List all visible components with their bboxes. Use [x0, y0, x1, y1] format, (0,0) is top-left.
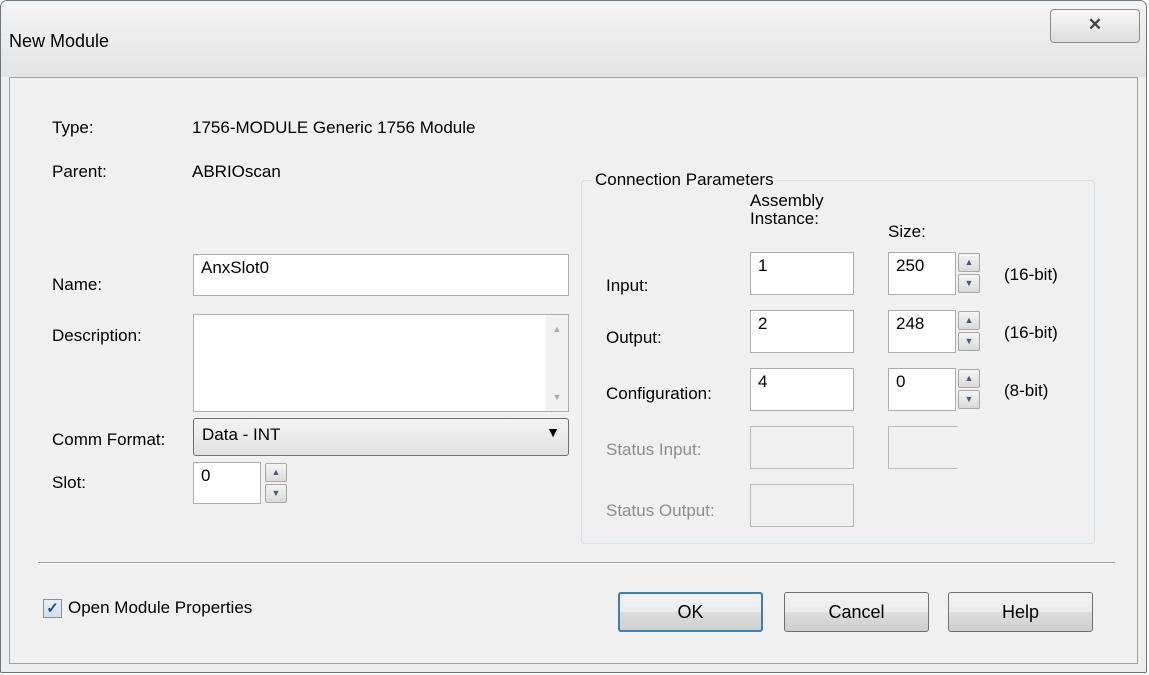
- close-button[interactable]: ✕: [1050, 9, 1140, 43]
- title-bar: New Module ✕: [1, 1, 1146, 77]
- scroll-up-icon[interactable]: ▲: [546, 319, 568, 339]
- output-size-field[interactable]: 248: [888, 310, 956, 353]
- assembly-header-line2: Instance:: [750, 209, 819, 228]
- scroll-down-icon[interactable]: ▼: [546, 387, 568, 407]
- type-label: Type:: [52, 118, 94, 137]
- type-value: 1756-MODULE Generic 1756 Module: [192, 118, 476, 137]
- spin-up-icon[interactable]: ▲: [958, 369, 980, 388]
- cancel-button[interactable]: Cancel: [784, 592, 929, 632]
- open-module-properties-label[interactable]: Open Module Properties: [68, 598, 252, 618]
- dropdown-arrow-icon: ▼: [546, 424, 560, 440]
- configuration-row-label: Configuration:: [606, 384, 712, 403]
- connection-parameters-title: Connection Parameters: [593, 170, 776, 190]
- close-icon: ✕: [1087, 15, 1103, 34]
- comm-format-label: Comm Format:: [52, 430, 166, 449]
- input-size-spinner[interactable]: ▲ ▼: [958, 253, 980, 293]
- assembly-header-line1: Assembly: [750, 191, 824, 210]
- parent-value: ABRIOscan: [192, 162, 281, 181]
- spin-up-icon[interactable]: ▲: [958, 253, 980, 272]
- open-module-properties-checkbox[interactable]: ✓: [43, 599, 62, 618]
- status-input-label: Status Input:: [606, 440, 702, 459]
- status-input-size-field: [888, 426, 958, 469]
- parent-label: Parent:: [52, 162, 107, 181]
- spin-up-icon[interactable]: ▲: [265, 463, 287, 482]
- comm-format-dropdown[interactable]: Data - INT ▼: [193, 418, 569, 456]
- configuration-instance-field[interactable]: 4: [750, 368, 854, 411]
- footer-separator: [38, 562, 1115, 564]
- help-button[interactable]: Help: [948, 592, 1093, 632]
- name-input[interactable]: AnxSlot0: [193, 254, 569, 296]
- output-units: (16-bit): [1004, 323, 1058, 342]
- ok-button[interactable]: OK: [618, 592, 763, 632]
- status-output-label: Status Output:: [606, 501, 715, 520]
- input-row-label: Input:: [606, 276, 649, 295]
- input-units: (16-bit): [1004, 265, 1058, 284]
- status-input-instance-field: [750, 426, 854, 469]
- new-module-dialog: New Module ✕ Type: 1756-MODULE Generic 1…: [0, 0, 1147, 673]
- spin-down-icon[interactable]: ▼: [265, 484, 287, 503]
- output-row-label: Output:: [606, 328, 662, 347]
- size-header: Size:: [888, 222, 926, 241]
- window-title: New Module: [9, 31, 110, 51]
- description-scrollbar[interactable]: ▲ ▼: [546, 315, 568, 411]
- spin-up-icon[interactable]: ▲: [958, 311, 980, 330]
- checkmark-icon: ✓: [46, 600, 59, 617]
- input-instance-field[interactable]: 1: [750, 252, 854, 295]
- slot-label: Slot:: [52, 473, 87, 492]
- slot-spinner[interactable]: ▲ ▼: [265, 463, 287, 503]
- status-output-instance-field: [750, 484, 854, 527]
- configuration-units: (8-bit): [1004, 381, 1049, 400]
- spin-down-icon[interactable]: ▼: [958, 332, 980, 351]
- description-input[interactable]: ▲ ▼: [193, 314, 569, 412]
- dialog-client-area: Type: 1756-MODULE Generic 1756 Module Pa…: [9, 77, 1138, 664]
- slot-input[interactable]: 0: [193, 462, 261, 504]
- assembly-header: Assembly Instance:: [750, 192, 824, 228]
- configuration-size-spinner[interactable]: ▲ ▼: [958, 369, 980, 409]
- comm-format-value: Data - INT: [202, 425, 281, 444]
- spin-down-icon[interactable]: ▼: [958, 274, 980, 293]
- name-label: Name:: [52, 275, 103, 294]
- description-label: Description:: [52, 326, 142, 345]
- output-size-spinner[interactable]: ▲ ▼: [958, 311, 980, 351]
- spin-down-icon[interactable]: ▼: [958, 390, 980, 409]
- input-size-field[interactable]: 250: [888, 252, 956, 295]
- configuration-size-field[interactable]: 0: [888, 368, 956, 411]
- output-instance-field[interactable]: 2: [750, 310, 854, 353]
